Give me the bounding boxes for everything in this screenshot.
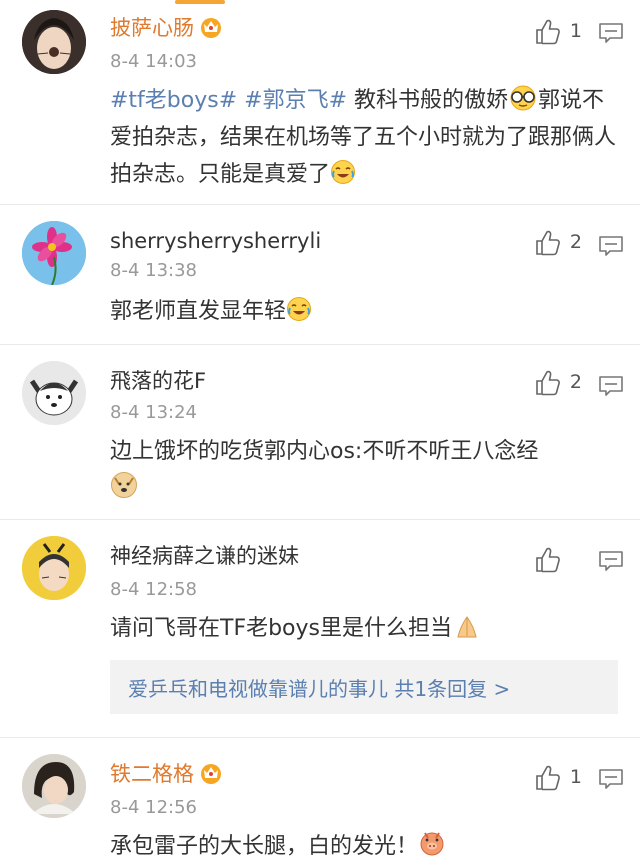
- thumbs-up-icon[interactable]: [534, 18, 562, 46]
- like-count: 2: [569, 371, 582, 393]
- pig-emoji-icon: [418, 829, 446, 857]
- timestamp: 8-4 14:03: [110, 51, 197, 72]
- comment-text: 郭老师直发显年轻: [110, 293, 620, 330]
- timestamp: 8-4 12:56: [110, 797, 197, 818]
- username[interactable]: sherrysherrysherryli: [110, 227, 321, 255]
- comment-icon[interactable]: [598, 768, 624, 790]
- comment-icon[interactable]: [598, 550, 624, 572]
- reply-preview[interactable]: 爱乒乓和电视做靠谱儿的事儿 共1条回复 >: [110, 660, 618, 714]
- laugh-cry-emoji-icon: [286, 296, 312, 322]
- username[interactable]: 飛落的花F: [110, 367, 206, 395]
- username[interactable]: 铁二格格: [110, 760, 224, 788]
- topic-link[interactable]: #郭京飞#: [244, 88, 347, 113]
- comment-text: 边上饿坏的吃货郭内心os:不听不听王八念经: [110, 433, 620, 507]
- username[interactable]: 神经病薛之谦的迷妹: [110, 542, 299, 570]
- avatar[interactable]: [22, 10, 86, 74]
- thumbs-up-icon[interactable]: [534, 764, 562, 792]
- comment-item: 披萨心肠 8-4 14:03 1 #tf老boys# #郭京飞# 教科书般的傲娇…: [0, 0, 640, 205]
- comment-item: 铁二格格 8-4 12:56 1 承包雷子的大长腿，白的发光！: [0, 738, 640, 867]
- laugh-cry-emoji-icon: [330, 159, 356, 185]
- comment-text: 请问飞哥在TF老boys里是什么担当: [110, 610, 620, 647]
- pray-hands-emoji-icon: [452, 613, 482, 639]
- timestamp: 8-4 13:38: [110, 260, 197, 281]
- comment-item: 神经病薛之谦的迷妹 8-4 12:58 请问飞哥在TF老boys里是什么担当 爱…: [0, 520, 640, 738]
- comment-icon[interactable]: [598, 22, 624, 44]
- comment-icon[interactable]: [598, 235, 624, 257]
- reply-preview-text[interactable]: 爱乒乓和电视做靠谱儿的事儿 共1条回复 >: [128, 673, 510, 702]
- thumbs-up-icon[interactable]: [534, 546, 562, 574]
- like-count: 2: [569, 231, 582, 253]
- comment-text: #tf老boys# #郭京飞# 教科书般的傲娇 郭说不爱拍杂志，结果在机场等了五个…: [110, 82, 620, 193]
- avatar[interactable]: [22, 536, 86, 600]
- thumbs-up-icon[interactable]: [534, 369, 562, 397]
- like-count: 1: [569, 20, 582, 42]
- avatar[interactable]: [22, 221, 86, 285]
- comment-item: 飛落的花F 8-4 13:24 2 边上饿坏的吃货郭内心os:不听不听王八念经: [0, 345, 640, 520]
- comment-text: 承包雷子的大长腿，白的发光！: [110, 828, 620, 865]
- avatar[interactable]: [22, 754, 86, 818]
- crown-vip-icon: [198, 14, 224, 38]
- glasses-emoji-icon: [508, 85, 538, 111]
- topic-link[interactable]: #tf老boys#: [110, 88, 237, 113]
- comment-icon[interactable]: [598, 375, 624, 397]
- timestamp: 8-4 13:24: [110, 402, 197, 423]
- avatar[interactable]: [22, 361, 86, 425]
- thumbs-up-icon[interactable]: [534, 229, 562, 257]
- timestamp: 8-4 12:58: [110, 579, 197, 600]
- crown-vip-icon: [198, 760, 224, 784]
- doge-emoji-icon: [110, 471, 138, 499]
- like-count: 1: [569, 766, 582, 788]
- username[interactable]: 披萨心肠: [110, 14, 224, 42]
- comment-item: sherrysherrysherryli 8-4 13:38 2 郭老师直发显年…: [0, 205, 640, 345]
